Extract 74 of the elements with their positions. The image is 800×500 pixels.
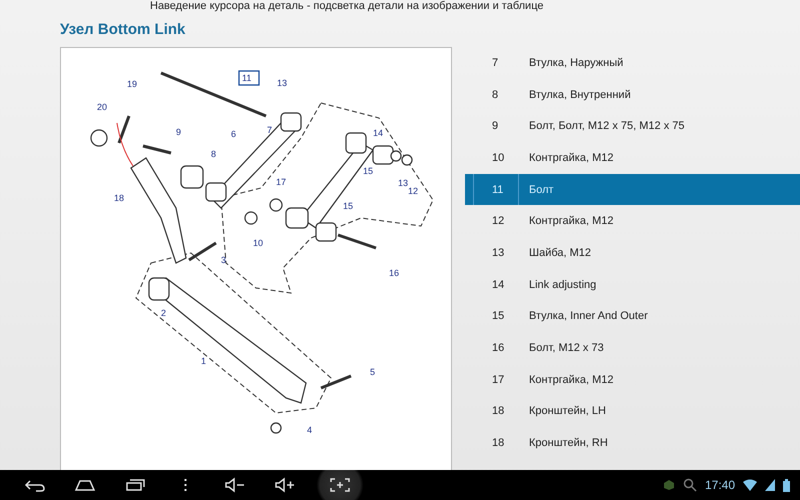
battery-icon	[783, 478, 790, 492]
part-row[interactable]: 18 Кронштейн, RH	[465, 427, 800, 459]
callout-number: 20	[97, 102, 108, 112]
app-notification-icon	[662, 479, 675, 491]
callout-number: 13	[277, 78, 288, 88]
part-number: 18	[491, 404, 506, 420]
part-number: 11	[473, 174, 519, 206]
callout-number: 5	[370, 367, 376, 377]
part-number: 8	[491, 88, 500, 103]
clock-time: 17:40	[704, 478, 735, 492]
part-name: Link adjusting	[528, 278, 596, 291]
wifi-icon	[743, 479, 757, 491]
part-number: 7	[491, 56, 500, 71]
part-row[interactable]: 13 Шайба, M12	[465, 237, 800, 269]
part-name: Кронштейн, LH	[528, 405, 606, 418]
callout-number: 11	[242, 73, 252, 83]
part-row[interactable]: 14 Link adjusting	[465, 268, 800, 300]
part-row[interactable]: 16 Болт, M12 x 73	[465, 332, 800, 364]
callout-number: 18	[114, 193, 124, 203]
part-row[interactable]: 9 Болт, Болт, M12 x 75, M12 x 75	[465, 110, 800, 142]
hover-hint-text: Наведение курсора на деталь - подсветка детали на изображении и таблице	[149, 0, 544, 13]
callout-number: 17	[276, 177, 286, 187]
part-number: 12	[491, 214, 506, 230]
part-row[interactable]: 10 Контргайка, M12	[465, 142, 800, 174]
callout-number: 4	[307, 425, 312, 435]
part-number: 13	[491, 246, 506, 261]
part-name: Контргайка, M12	[528, 152, 614, 164]
callout-number: 2	[161, 308, 166, 318]
part-number: 17	[491, 372, 506, 388]
part-number: 18	[491, 436, 506, 452]
callout-number: 19	[127, 79, 138, 89]
callout-number: 1	[201, 356, 206, 366]
part-name: Контргайка, M12	[528, 215, 614, 228]
part-name: Шайба, M12	[528, 246, 592, 259]
callout-number: 15	[343, 201, 354, 211]
part-name: Втулка, Наружный	[528, 56, 624, 69]
part-name: Втулка, Внутренний	[528, 88, 631, 101]
signal-icon	[765, 479, 775, 491]
search-icon	[682, 478, 697, 492]
callout-number: 7	[267, 125, 272, 135]
callout-number: 16	[389, 268, 400, 278]
part-row[interactable]: 8 Втулка, Внутренний	[465, 78, 800, 110]
part-number: 9	[491, 119, 500, 134]
part-number: 16	[491, 341, 506, 356]
part-name: Болт	[528, 184, 554, 196]
screenshot-icon	[329, 477, 351, 493]
part-row[interactable]: 17 Контргайка, M12	[465, 364, 800, 396]
menu-icon	[184, 479, 186, 491]
callout-number: 6	[231, 129, 236, 139]
part-name: Втулка, Inner And Outer	[528, 310, 648, 322]
callout-number: 15	[363, 166, 374, 176]
callout-number: 9	[176, 127, 182, 137]
callout-number: 12	[408, 186, 418, 196]
part-row[interactable]: 12 Контргайка, M12	[465, 205, 800, 238]
part-row[interactable]: 18 Кронштейн, LH	[465, 396, 800, 428]
part-row[interactable]: 7 Втулка, Наружный	[465, 47, 800, 79]
part-number: 14	[491, 278, 506, 293]
part-name: Кронштейн, RH	[528, 437, 608, 450]
volume-up-icon	[274, 477, 296, 493]
callout-number: 10	[253, 238, 264, 248]
volume-down-icon	[224, 477, 246, 493]
part-row[interactable]: 15 Втулка, Inner And Outer	[465, 300, 800, 332]
part-number: 10	[491, 150, 506, 166]
part-name: Контргайка, M12	[528, 374, 614, 386]
callout-number: 3	[221, 255, 226, 265]
part-row[interactable]: 11 Болт	[465, 174, 800, 206]
part-name: Болт, M12 x 73	[528, 342, 604, 354]
assembly-title: Узел Bottom Link	[60, 21, 186, 40]
part-number: 15	[491, 309, 506, 324]
part-name: Болт, Болт, M12 x 75, M12 x 75	[528, 120, 684, 132]
callout-number: 13	[398, 178, 408, 188]
callout-number: 8	[211, 149, 216, 159]
callout-number: 14	[373, 128, 384, 138]
recent-apps-icon	[124, 477, 146, 493]
